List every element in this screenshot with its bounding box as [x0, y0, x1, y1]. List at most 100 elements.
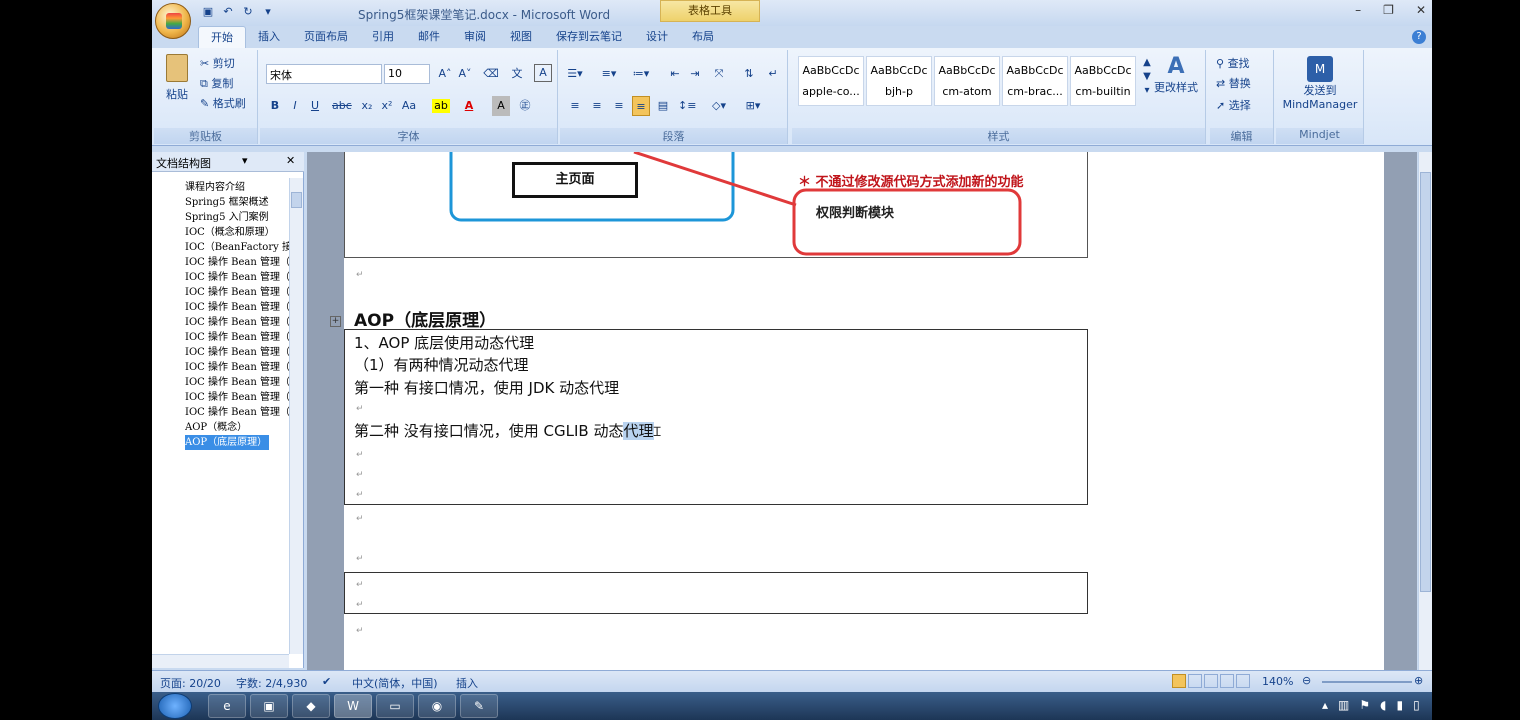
start-button[interactable]	[158, 693, 192, 719]
phonetic-icon[interactable]: 文	[508, 64, 526, 84]
customize-qat-icon[interactable]: ▾	[260, 4, 276, 20]
nav-item[interactable]: IOC 操作 Bean 管理（	[185, 255, 293, 270]
copy-button[interactable]: ⧉ 复制	[200, 74, 233, 94]
bullets-icon[interactable]: ☰▾	[566, 64, 584, 84]
scroll-thumb[interactable]	[1420, 172, 1431, 592]
web-layout-icon[interactable]	[1204, 674, 1218, 688]
nav-item[interactable]: IOC 操作 Bean 管理（	[185, 330, 293, 345]
nav-vertical-scrollbar[interactable]	[289, 178, 303, 654]
underline-icon[interactable]: U	[306, 96, 324, 116]
align-center-icon[interactable]: ≡	[588, 96, 606, 116]
office-button[interactable]	[155, 3, 191, 39]
chrome-taskbar-icon[interactable]: ◉	[418, 694, 456, 718]
tab-review[interactable]: 审阅	[452, 26, 498, 48]
dropdown-icon[interactable]: ▾	[242, 154, 248, 167]
multilevel-list-icon[interactable]: ≔▾	[632, 64, 650, 84]
draft-icon[interactable]	[1236, 674, 1250, 688]
tab-references[interactable]: 引用	[360, 26, 406, 48]
flag-icon[interactable]: ⚑	[1359, 698, 1370, 712]
style-cm-builtin[interactable]: AaBbCcDc cm-builtin	[1070, 56, 1136, 106]
sort-icon[interactable]: ⇅	[740, 64, 758, 84]
spell-check-icon[interactable]: ✔	[322, 675, 331, 688]
send-to-mindmanager-button[interactable]: M 发送到 MindManager	[1280, 56, 1360, 111]
change-styles-button[interactable]: A 更改样式	[1150, 54, 1202, 95]
insert-mode[interactable]: 插入	[456, 675, 478, 691]
nav-item[interactable]: IOC 操作 Bean 管理（	[185, 360, 293, 375]
style-apple-co[interactable]: AaBbCcDc apple-co...	[798, 56, 864, 106]
nav-item[interactable]: IOC 操作 Bean 管理（	[185, 345, 293, 360]
word-count[interactable]: 字数: 2/4,930	[236, 675, 307, 691]
highlight-icon[interactable]: ab	[432, 99, 450, 113]
justify-icon[interactable]: ≡	[632, 96, 650, 116]
font-size-combo[interactable]: 10	[384, 64, 430, 84]
tab-home[interactable]: 开始	[198, 26, 246, 48]
line-spacing-icon[interactable]: ↕≡	[678, 96, 696, 116]
style-cm-brac[interactable]: AaBbCcDc cm-brac...	[1002, 56, 1068, 106]
word-taskbar-icon[interactable]: W	[334, 694, 372, 718]
nav-item[interactable]: IOC 操作 Bean 管理（	[185, 315, 293, 330]
selected-text[interactable]: 代理	[623, 422, 654, 440]
nav-item[interactable]: AOP（概念）	[185, 420, 293, 435]
nav-item[interactable]: 课程内容介绍	[185, 180, 293, 195]
subscript-icon[interactable]: x₂	[358, 96, 376, 116]
bold-icon[interactable]: B	[266, 96, 284, 116]
help-icon[interactable]: ?	[1412, 30, 1426, 44]
close-pane-icon[interactable]: ✕	[286, 154, 295, 167]
change-case-icon[interactable]: Aa	[400, 96, 418, 116]
font-color-icon[interactable]: A	[460, 96, 478, 116]
tab-view[interactable]: 视图	[498, 26, 544, 48]
nav-horizontal-scrollbar[interactable]	[152, 654, 289, 668]
numbering-icon[interactable]: ≡▾	[600, 64, 618, 84]
tab-page-layout[interactable]: 页面布局	[292, 26, 360, 48]
replace-button[interactable]: ⇄ 替换	[1216, 74, 1251, 94]
show-marks-icon[interactable]: ↵	[764, 64, 782, 84]
outline-icon[interactable]	[1220, 674, 1234, 688]
redo-icon[interactable]: ↻	[240, 4, 256, 20]
select-button[interactable]: ➚ 选择	[1216, 96, 1251, 116]
nav-item[interactable]: IOC 操作 Bean 管理（	[185, 300, 293, 315]
align-right-icon[interactable]: ≡	[610, 96, 628, 116]
tab-mailings[interactable]: 邮件	[406, 26, 452, 48]
clear-format-icon[interactable]: ⌫	[482, 64, 500, 84]
nav-item[interactable]: IOC 操作 Bean 管理（	[185, 285, 293, 300]
nav-item[interactable]: Spring5 入门案例	[185, 210, 293, 225]
borders-icon[interactable]: ⊞▾	[744, 96, 762, 116]
nav-item-selected[interactable]: AOP（底层原理）	[185, 435, 270, 450]
doc-vertical-scrollbar[interactable]	[1418, 152, 1432, 670]
table-move-handle-icon[interactable]: +	[330, 316, 341, 327]
paste-button[interactable]: 粘贴	[160, 54, 194, 114]
cut-button[interactable]: ✂ 剪切	[200, 54, 235, 74]
zoom-out-icon[interactable]: ⊖	[1302, 674, 1311, 687]
font-name-combo[interactable]: 宋体	[266, 64, 382, 84]
nav-item[interactable]: IOC 操作 Bean 管理（	[185, 405, 293, 420]
style-bjh-p[interactable]: AaBbCcDc bjh-p	[866, 56, 932, 106]
power-icon[interactable]: ▮	[1396, 698, 1403, 712]
decrease-indent-icon[interactable]: ⇤	[666, 64, 684, 84]
full-screen-reading-icon[interactable]	[1188, 674, 1202, 688]
tab-insert[interactable]: 插入	[246, 26, 292, 48]
volume-icon[interactable]: ◖	[1380, 698, 1386, 712]
char-border-icon[interactable]: A	[534, 64, 552, 82]
ie-taskbar-icon[interactable]: e	[208, 694, 246, 718]
style-cm-atom[interactable]: AaBbCcDc cm-atom	[934, 56, 1000, 106]
find-button[interactable]: ⚲ 查找	[1216, 54, 1250, 74]
tray-expand-icon[interactable]: ▴	[1322, 698, 1328, 712]
app-taskbar-icon[interactable]: ◆	[292, 694, 330, 718]
nav-item[interactable]: IOC 操作 Bean 管理（	[185, 270, 293, 285]
increase-indent-icon[interactable]: ⇥	[686, 64, 704, 84]
page-indicator[interactable]: 页面: 20/20	[160, 675, 221, 691]
nav-item[interactable]: IOC 操作 Bean 管理（	[185, 375, 293, 390]
strikethrough-icon[interactable]: abc	[332, 96, 352, 116]
chinese-layout-icon[interactable]: ⤧	[710, 64, 728, 84]
superscript-icon[interactable]: x²	[378, 96, 396, 116]
grow-font-icon[interactable]: A˄	[436, 64, 454, 84]
char-shading-icon[interactable]: A	[492, 96, 510, 116]
zoom-slider[interactable]	[1322, 681, 1412, 683]
save-icon[interactable]: ▣	[200, 4, 216, 20]
language-indicator[interactable]: 中文(简体，中国)	[352, 675, 438, 691]
minimize-button[interactable]: –	[1355, 3, 1361, 17]
format-painter-button[interactable]: ✎ 格式刷	[200, 94, 246, 114]
tab-design[interactable]: 设计	[634, 26, 680, 48]
paint-taskbar-icon[interactable]: ✎	[460, 694, 498, 718]
nav-item[interactable]: Spring5 框架概述	[185, 195, 293, 210]
